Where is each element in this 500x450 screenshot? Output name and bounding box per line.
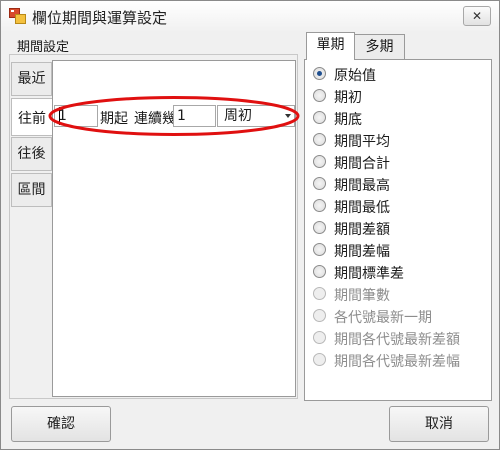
side-tab-forward-label: 往前 <box>18 111 46 127</box>
app-icon <box>9 8 26 24</box>
radio-unchecked-icon <box>313 353 326 366</box>
side-tab-backward[interactable]: 往後 <box>11 137 52 171</box>
calc-options-panel <box>304 59 492 401</box>
radio-checked-icon[interactable] <box>313 67 326 80</box>
radio-unchecked-icon <box>313 287 326 300</box>
tab-multi-period[interactable]: 多期 <box>354 34 405 60</box>
radio-unchecked-icon[interactable] <box>313 177 326 190</box>
calc-option-label: 期間各代號最新差幅 <box>334 354 460 370</box>
window-title: 欄位期間與運算設定 <box>32 9 168 27</box>
radio-unchecked-icon[interactable] <box>313 243 326 256</box>
radio-unchecked-icon[interactable] <box>313 155 326 168</box>
calc-option-label: 期間平均 <box>334 134 390 150</box>
calc-option-label: 期間合計 <box>334 156 390 172</box>
calc-option-label: 期間最低 <box>334 200 390 216</box>
radio-unchecked-icon[interactable] <box>313 133 326 146</box>
radio-unchecked-icon[interactable] <box>313 199 326 212</box>
radio-unchecked-icon[interactable] <box>313 265 326 278</box>
calc-option-label: 期間筆數 <box>334 288 390 304</box>
calc-option-label: 原始值 <box>334 68 376 84</box>
radio-unchecked-icon <box>313 331 326 344</box>
calc-option-label: 期初 <box>334 90 362 106</box>
calc-option-label: 期間差幅 <box>334 244 390 260</box>
calc-option-label: 各代號最新一期 <box>334 310 432 326</box>
radio-dot-icon <box>317 71 322 76</box>
close-icon[interactable]: ✕ <box>463 6 491 26</box>
calc-option-label: 期間標準差 <box>334 266 404 282</box>
dialog-window: 欄位期間與運算設定 ✕ 期間設定 最近 往後 區間 往前 1 期起 連續幾 1 … <box>0 0 500 450</box>
radio-unchecked-icon <box>313 309 326 322</box>
radio-unchecked-icon[interactable] <box>313 89 326 102</box>
side-tab-recent[interactable]: 最近 <box>11 62 52 96</box>
radio-unchecked-icon[interactable] <box>313 221 326 234</box>
radio-unchecked-icon[interactable] <box>313 111 326 124</box>
cancel-button[interactable]: 取消 <box>389 406 489 442</box>
calc-option-label: 期間各代號最新差額 <box>334 332 460 348</box>
highlight-ellipse <box>48 96 300 136</box>
period-group-label: 期間設定 <box>17 40 70 55</box>
title-bar: 欄位期間與運算設定 ✕ <box>1 1 499 31</box>
calc-option-label: 期間最高 <box>334 178 390 194</box>
confirm-button[interactable]: 確認 <box>11 406 111 442</box>
calc-option-label: 期間差額 <box>334 222 390 238</box>
side-tab-range[interactable]: 區間 <box>11 173 52 207</box>
tab-single-period[interactable]: 單期 <box>306 32 355 60</box>
calc-option-label: 期底 <box>334 112 362 128</box>
